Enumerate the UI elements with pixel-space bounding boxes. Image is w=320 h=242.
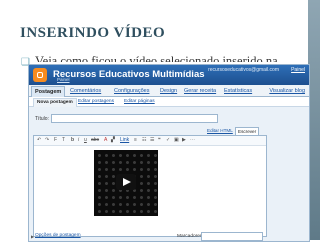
highlight-icon[interactable]: ▞	[111, 137, 115, 144]
title-label: Título:	[35, 116, 49, 122]
title-input[interactable]	[51, 114, 218, 123]
tab-design[interactable]: Design	[157, 86, 180, 96]
text-color-icon[interactable]: A	[104, 137, 107, 144]
font-size-icon[interactable]: T	[62, 137, 65, 144]
insert-link-button[interactable]: Link	[120, 137, 129, 144]
header-link[interactable]: Painel	[291, 67, 305, 73]
bullet-list-icon[interactable]: ☰	[150, 137, 154, 144]
insert-video-icon[interactable]: ▶	[182, 137, 186, 144]
subtab-nova-postagem[interactable]: Nova postagem	[33, 98, 77, 107]
redo-icon[interactable]: ↷	[45, 137, 49, 144]
main-tabs: Postagem Comentários Configurações Desig…	[29, 85, 309, 97]
tab-estatisticas[interactable]: Estatísticas	[221, 86, 255, 96]
align-icon[interactable]: ≡	[134, 137, 137, 144]
labels-label: Marcadores:	[177, 234, 204, 239]
editor-toolbar: ↶ ↷ F T b i u abc A ▞ Link ≡ ☷ ☰ ❝ ✓ ▣ ▶…	[34, 136, 266, 146]
font-icon[interactable]: F	[54, 137, 57, 144]
insert-image-icon[interactable]: ▣	[174, 137, 179, 144]
numbered-list-icon[interactable]: ☷	[142, 137, 146, 144]
undo-icon[interactable]: ↶	[37, 137, 41, 144]
play-icon[interactable]	[116, 174, 136, 190]
dashboard-link[interactable]: Painel	[57, 77, 70, 82]
subtab-editar-postagens[interactable]: Editar postagens	[75, 98, 117, 106]
post-form: Título: Editar HTML Escrever ↶ ↷ F T b i…	[29, 107, 309, 241]
post-options-link[interactable]: Opções de postagem	[35, 233, 81, 238]
quote-icon[interactable]: ❝	[158, 137, 161, 144]
blogger-logo-icon[interactable]	[33, 68, 47, 82]
post-editor[interactable]: ↶ ↷ F T b i u abc A ▞ Link ≡ ☷ ☰ ❝ ✓ ▣ ▶…	[33, 135, 267, 237]
underline-icon[interactable]: u	[84, 137, 87, 144]
slide-title: INSERINDO VÍDEO	[20, 25, 166, 41]
tab-comentarios[interactable]: Comentários	[67, 86, 104, 96]
italic-icon[interactable]: i	[78, 137, 79, 144]
user-email: recursoseducativos@gmail.com	[208, 67, 279, 73]
sub-tabs: Nova postagem Editar postagens Editar pá…	[29, 97, 309, 107]
blogger-header: Recursos Educativos Multimídias recursos…	[29, 65, 309, 85]
blogger-screenshot: Recursos Educativos Multimídias recursos…	[28, 64, 310, 242]
spellcheck-icon[interactable]: ✓	[166, 137, 170, 144]
tab-gerar-receita[interactable]: Gerar receita	[181, 86, 219, 96]
expand-arrow-icon[interactable]: ▶	[31, 234, 34, 239]
tab-configuracoes[interactable]: Configurações	[111, 86, 152, 96]
editor-side-panel	[269, 135, 307, 235]
blog-name: Recursos Educativos Multimídias	[53, 69, 205, 80]
bold-icon[interactable]: b	[71, 137, 74, 144]
strikethrough-icon[interactable]: abc	[91, 137, 99, 144]
edit-html-tab[interactable]: Editar HTML	[205, 127, 235, 135]
tab-postagem[interactable]: Postagem	[31, 86, 66, 97]
embedded-video[interactable]	[94, 150, 158, 216]
view-blog-link[interactable]: Visualizar blog	[269, 86, 305, 96]
jump-break-icon[interactable]: ⋯	[190, 137, 195, 144]
subtab-editar-paginas[interactable]: Editar páginas	[121, 98, 158, 106]
